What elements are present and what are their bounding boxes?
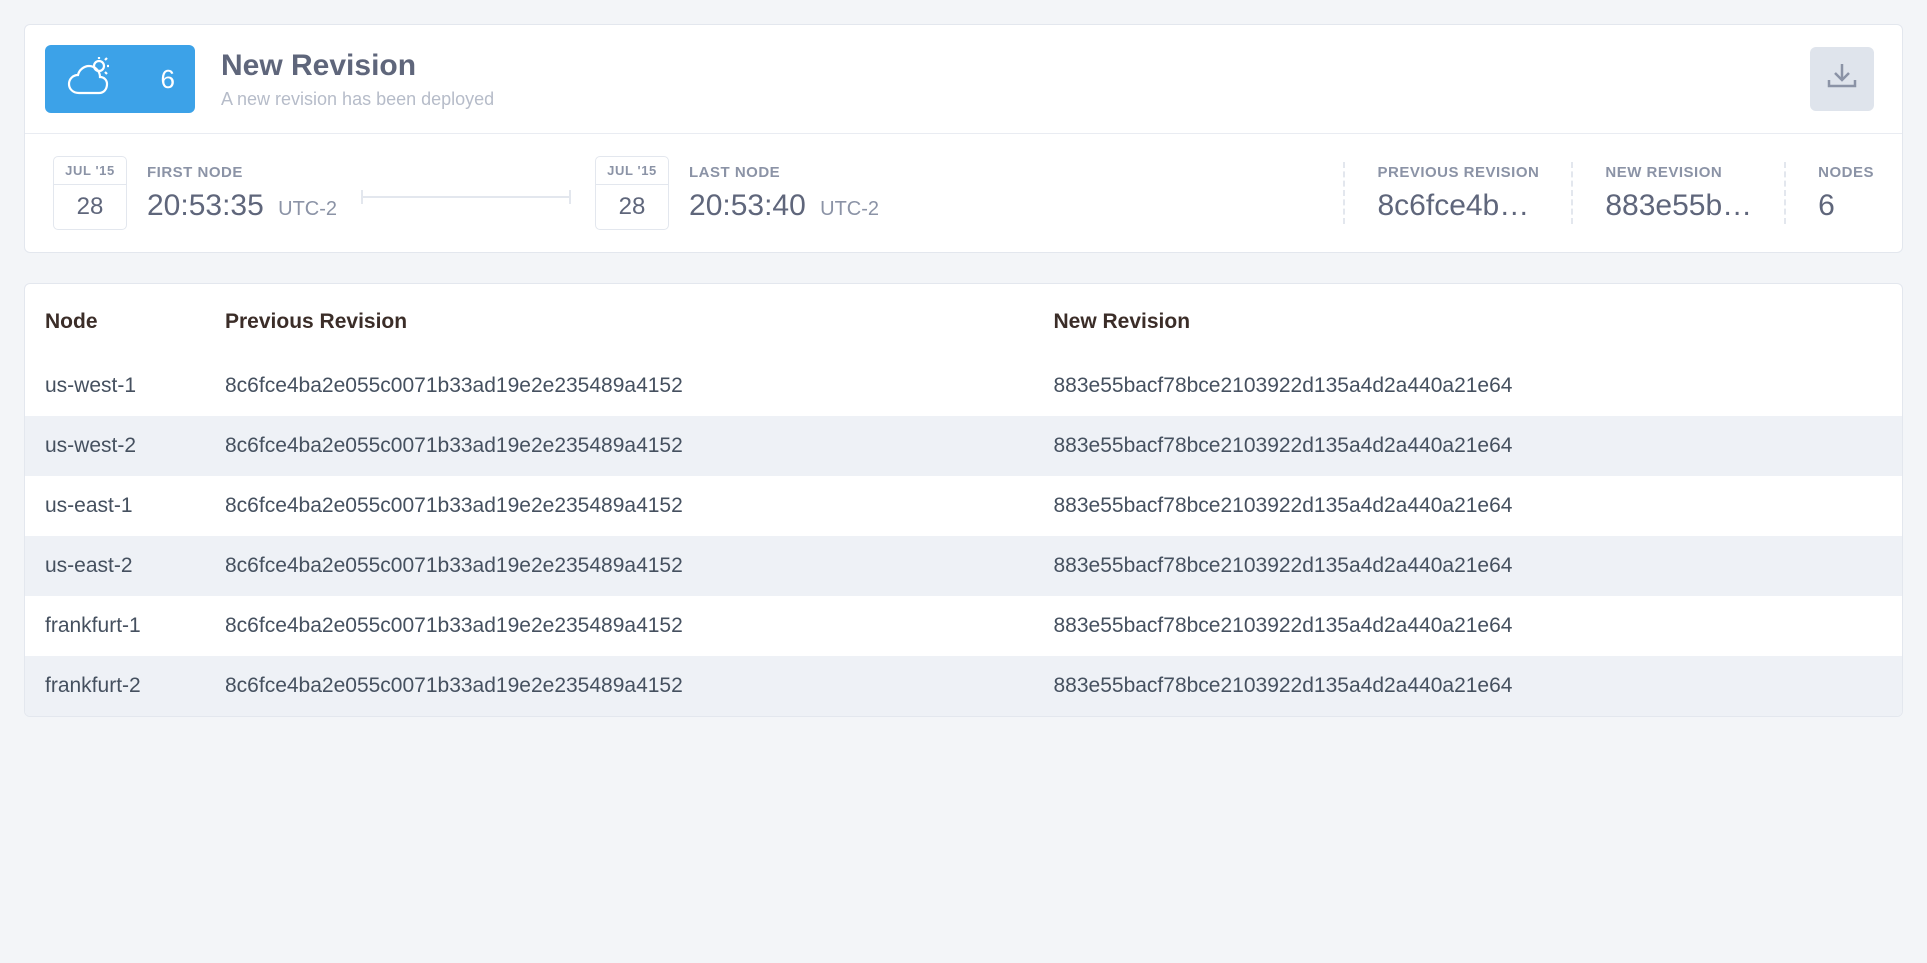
last-node-col: LAST NODE 20:53:40 UTC-2 (689, 164, 879, 223)
cell-node: us-east-1 (45, 494, 225, 518)
nodes-table: Node Previous Revision New Revision us-w… (24, 283, 1903, 717)
first-node-tz: UTC-2 (278, 198, 337, 220)
last-node-tz: UTC-2 (820, 198, 879, 220)
nodes-col: NODES 6 (1818, 164, 1874, 223)
previous-revision-col: PREVIOUS REVISION 8c6fce4b… (1377, 164, 1539, 223)
table-header-row: Node Previous Revision New Revision (25, 284, 1902, 356)
download-button[interactable] (1810, 47, 1874, 111)
badge-count: 6 (161, 64, 175, 95)
th-new: New Revision (1054, 310, 1883, 334)
cell-prev: 8c6fce4ba2e055c0071b33ad19e2e235489a4152 (225, 434, 1054, 458)
table-row: us-east-18c6fce4ba2e055c0071b33ad19e2e23… (25, 476, 1902, 536)
last-node-label: LAST NODE (689, 164, 879, 181)
last-node-date: JUL '15 28 (595, 156, 669, 230)
first-node-date: JUL '15 28 (53, 156, 127, 230)
new-revision-label: NEW REVISION (1605, 164, 1752, 181)
cell-new: 883e55bacf78bce2103922d135a4d2a440a21e64 (1054, 434, 1883, 458)
cell-prev: 8c6fce4ba2e055c0071b33ad19e2e235489a4152 (225, 614, 1054, 638)
cell-new: 883e55bacf78bce2103922d135a4d2a440a21e64 (1054, 674, 1883, 698)
nodes-label: NODES (1818, 164, 1874, 181)
last-node-time-value: 20:53:40 (689, 189, 806, 222)
th-node: Node (45, 310, 225, 334)
cell-prev: 8c6fce4ba2e055c0071b33ad19e2e235489a4152 (225, 554, 1054, 578)
cell-new: 883e55bacf78bce2103922d135a4d2a440a21e64 (1054, 374, 1883, 398)
new-revision-value: 883e55b… (1605, 189, 1752, 223)
last-node-time: 20:53:40 UTC-2 (689, 189, 879, 223)
table-row: frankfurt-18c6fce4ba2e055c0071b33ad19e2e… (25, 596, 1902, 656)
first-node-month: JUL '15 (54, 157, 126, 185)
page-subtitle: A new revision has been deployed (221, 89, 1810, 110)
previous-revision-label: PREVIOUS REVISION (1377, 164, 1539, 181)
cell-node: us-west-1 (45, 374, 225, 398)
revision-badge: 6 (45, 45, 195, 113)
cell-node: frankfurt-1 (45, 614, 225, 638)
first-node-day: 28 (54, 185, 126, 229)
meta-row: JUL '15 28 FIRST NODE 20:53:35 UTC-2 JUL… (25, 133, 1902, 252)
cell-node: us-east-2 (45, 554, 225, 578)
title-block: New Revision A new revision has been dep… (221, 49, 1810, 110)
download-icon (1825, 60, 1859, 99)
divider (1343, 162, 1345, 224)
table-row: us-west-18c6fce4ba2e055c0071b33ad19e2e23… (25, 356, 1902, 416)
first-node-time: 20:53:35 UTC-2 (147, 189, 337, 223)
cell-node: us-west-2 (45, 434, 225, 458)
table-row: us-west-28c6fce4ba2e055c0071b33ad19e2e23… (25, 416, 1902, 476)
new-revision-col: NEW REVISION 883e55b… (1605, 164, 1752, 223)
first-node-label: FIRST NODE (147, 164, 337, 181)
first-node-time-value: 20:53:35 (147, 189, 264, 222)
cell-prev: 8c6fce4ba2e055c0071b33ad19e2e235489a4152 (225, 374, 1054, 398)
divider (1784, 162, 1786, 224)
cell-new: 883e55bacf78bce2103922d135a4d2a440a21e64 (1054, 494, 1883, 518)
cell-prev: 8c6fce4ba2e055c0071b33ad19e2e235489a4152 (225, 674, 1054, 698)
timeline-divider (361, 196, 571, 198)
cell-new: 883e55bacf78bce2103922d135a4d2a440a21e64 (1054, 554, 1883, 578)
divider (1571, 162, 1573, 224)
page-title: New Revision (221, 49, 1810, 83)
table-body: us-west-18c6fce4ba2e055c0071b33ad19e2e23… (25, 356, 1902, 716)
revision-summary-card: 6 New Revision A new revision has been d… (24, 24, 1903, 253)
cloud-sun-icon (65, 55, 115, 104)
previous-revision-value: 8c6fce4b… (1377, 189, 1539, 223)
nodes-value: 6 (1818, 189, 1874, 223)
first-node-col: FIRST NODE 20:53:35 UTC-2 (147, 164, 337, 223)
table-row: frankfurt-28c6fce4ba2e055c0071b33ad19e2e… (25, 656, 1902, 716)
last-node-month: JUL '15 (596, 157, 668, 185)
card-header: 6 New Revision A new revision has been d… (25, 25, 1902, 133)
table-row: us-east-28c6fce4ba2e055c0071b33ad19e2e23… (25, 536, 1902, 596)
cell-prev: 8c6fce4ba2e055c0071b33ad19e2e235489a4152 (225, 494, 1054, 518)
last-node-day: 28 (596, 185, 668, 229)
cell-new: 883e55bacf78bce2103922d135a4d2a440a21e64 (1054, 614, 1883, 638)
th-prev: Previous Revision (225, 310, 1054, 334)
cell-node: frankfurt-2 (45, 674, 225, 698)
